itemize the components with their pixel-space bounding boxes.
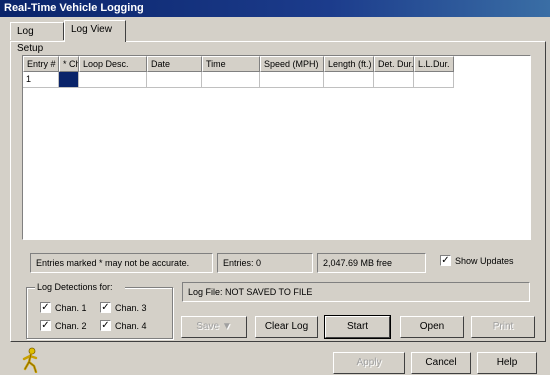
cell-length [324, 72, 374, 88]
save-button[interactable]: Save ▼ [181, 316, 247, 338]
table-row[interactable]: 1 [23, 72, 530, 88]
show-updates-label: Show Updates [455, 255, 514, 266]
chan3-label: Chan. 3 [115, 302, 147, 313]
cell-det-dur [374, 72, 414, 88]
checkbox-checked-icon: ✓ [40, 302, 51, 313]
chan2-label: Chan. 2 [55, 320, 87, 331]
cell-time [202, 72, 260, 88]
chan1-checkbox[interactable]: ✓ Chan. 1 [40, 302, 87, 313]
cell-ll-dur [414, 72, 454, 88]
log-file-status: Log File: NOT SAVED TO FILE [182, 282, 530, 302]
cell-date [147, 72, 202, 88]
col-speed[interactable]: Speed (MPH) [260, 56, 324, 72]
col-date[interactable]: Date [147, 56, 202, 72]
cell-speed [260, 72, 324, 88]
apply-button[interactable]: Apply [333, 352, 405, 374]
col-ll-dur[interactable]: L.L.Dur. [414, 56, 454, 72]
main-window: Real-Time Vehicle Logging Log Setup Log … [0, 0, 550, 375]
chan1-label: Chan. 1 [55, 302, 87, 313]
accuracy-note: Entries marked * may not be accurate. [30, 253, 213, 273]
save-label: Save [196, 321, 220, 332]
table-header: Entry # * Ch Loop Desc. Date Time Speed … [23, 56, 530, 72]
col-entry[interactable]: Entry # [23, 56, 59, 72]
disk-free: 2,047.69 MB free [317, 253, 426, 273]
cancel-button[interactable]: Cancel [411, 352, 471, 374]
start-button[interactable]: Start [324, 315, 391, 339]
col-det-dur[interactable]: Det. Dur. [374, 56, 414, 72]
tab-log-view[interactable]: Log View [64, 20, 126, 42]
col-marker: * [63, 59, 67, 69]
cell-entry: 1 [23, 72, 59, 88]
col-time[interactable]: Time [202, 56, 260, 72]
col-loop-desc[interactable]: Loop Desc. [79, 56, 147, 72]
col-ch-label: Ch [69, 59, 78, 69]
chan3-checkbox[interactable]: ✓ Chan. 3 [100, 302, 147, 313]
col-ch[interactable]: * Ch [59, 56, 79, 72]
open-button[interactable]: Open [400, 316, 464, 338]
entries-count: Entries: 0 [217, 253, 313, 273]
runner-icon [22, 347, 38, 373]
show-updates-checkbox[interactable]: ✓ Show Updates [440, 255, 514, 266]
dropdown-arrow-icon: ▼ [221, 321, 232, 332]
cell-loop-desc [79, 72, 147, 88]
clear-log-button[interactable]: Clear Log [255, 316, 318, 338]
chan4-checkbox[interactable]: ✓ Chan. 4 [100, 320, 147, 331]
chan4-label: Chan. 4 [115, 320, 147, 331]
checkbox-checked-icon: ✓ [440, 255, 451, 266]
help-button[interactable]: Help [477, 352, 537, 374]
log-table[interactable]: Entry # * Ch Loop Desc. Date Time Speed … [22, 55, 531, 240]
cell-ch-selected[interactable] [59, 72, 79, 88]
checkbox-checked-icon: ✓ [100, 320, 111, 331]
checkbox-checked-icon: ✓ [40, 320, 51, 331]
tab-log-setup[interactable]: Log Setup [10, 22, 64, 54]
window-title: Real-Time Vehicle Logging [0, 0, 550, 17]
checkbox-checked-icon: ✓ [100, 302, 111, 313]
print-button[interactable]: Print [471, 316, 535, 338]
col-length[interactable]: Length (ft.) [324, 56, 374, 72]
chan2-checkbox[interactable]: ✓ Chan. 2 [40, 320, 87, 331]
